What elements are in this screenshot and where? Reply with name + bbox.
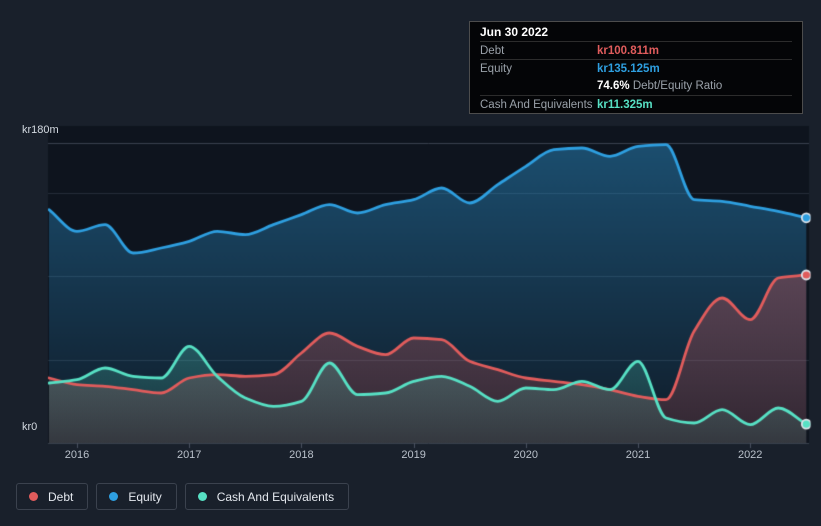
x-axis-label-2019: 2019 (401, 449, 426, 461)
x-axis-label-2021: 2021 (625, 449, 651, 461)
tooltip-equity-value: kr135.125m (597, 63, 660, 75)
legend-equity-label: Equity (128, 489, 162, 504)
y-axis-label-max: kr180m (22, 124, 59, 136)
legend-cash-label: Cash And Equivalents (216, 489, 335, 504)
tooltip-cash-value: kr11.325m (597, 99, 653, 111)
tooltip-debt-value: kr100.811m (597, 45, 660, 57)
x-axis-label-2020: 2020 (513, 449, 539, 461)
ratio-caption: Debt/Equity Ratio (632, 80, 723, 92)
tooltip-equity-label: Equity (480, 63, 512, 75)
tooltip-date: Jun 30 2022 (480, 25, 549, 39)
legend-item-cash[interactable]: Cash And Equivalents (184, 483, 350, 510)
legend-item-debt[interactable]: Debt (16, 483, 89, 510)
x-axis-label-2016: 2016 (64, 449, 90, 461)
tooltip-debt-label: Debt (480, 45, 505, 57)
tooltip-ratio-value: 74.6% Debt/Equity Ratio (597, 77, 722, 95)
tooltip-equity-row: Equity kr135.125m (480, 59, 792, 77)
tooltip-ratio-spacer (480, 77, 597, 95)
chart-tooltip: Jun 30 2022 Debt kr100.811m Equity kr135… (469, 21, 803, 114)
tooltip-cash-label: Cash And Equivalents (480, 99, 593, 111)
y-axis-label-zero: kr0 (22, 421, 38, 433)
legend-debt-label: Debt (48, 489, 74, 504)
tooltip-debt-row: Debt kr100.811m (480, 41, 792, 59)
legend-item-equity[interactable]: Equity (96, 483, 177, 510)
x-axis-label-2017: 2017 (176, 449, 202, 461)
equity-series-dot-icon (109, 492, 119, 501)
chart-legend: Debt Equity Cash And Equivalents (16, 483, 350, 510)
tooltip-cash-row: Cash And Equivalents kr11.325m (480, 95, 792, 113)
tooltip-ratio-row: 74.6% Debt/Equity Ratio (480, 77, 792, 95)
cash-series-dot-icon (197, 492, 207, 501)
ratio-percent: 74.6% (597, 80, 630, 92)
x-axis-label-2022: 2022 (737, 449, 763, 461)
x-axis-label-2018: 2018 (289, 449, 314, 461)
debt-series-dot-icon (29, 492, 38, 501)
